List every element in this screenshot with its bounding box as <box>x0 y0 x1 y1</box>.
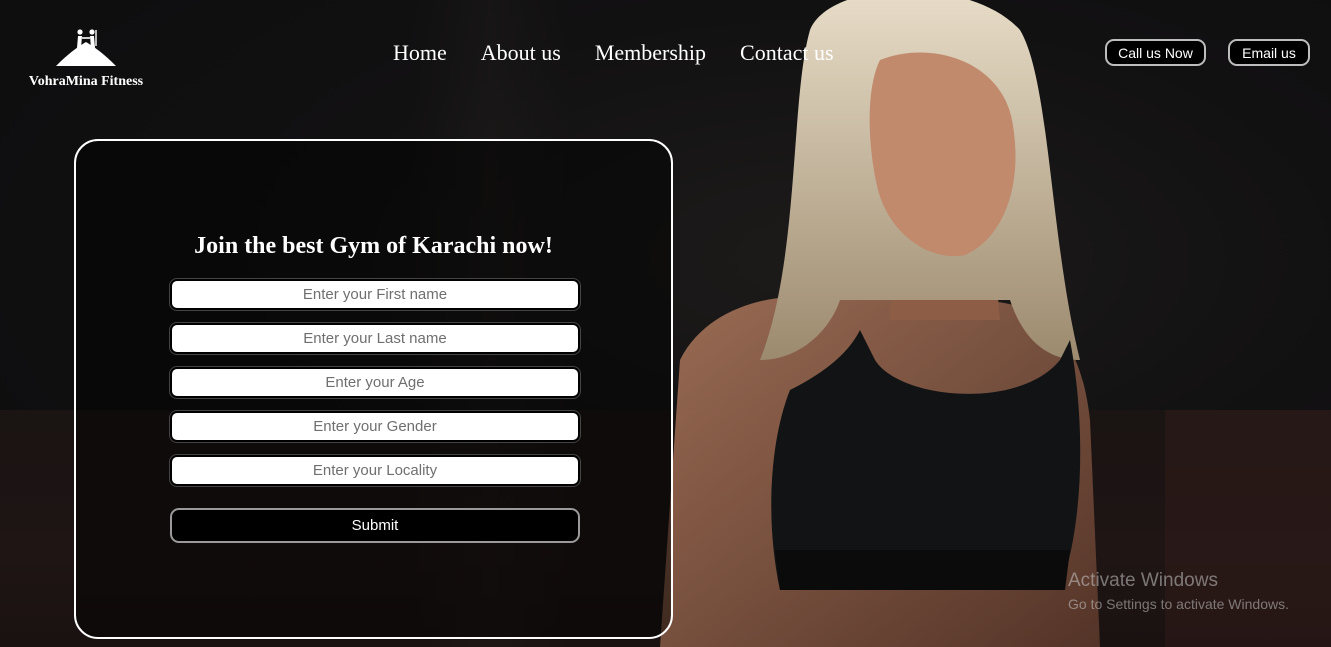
page: VohraMina Fitness Home About us Membersh… <box>0 0 1331 647</box>
activate-windows-subtitle: Go to Settings to activate Windows. <box>1068 596 1289 612</box>
first-name-input[interactable] <box>170 279 580 310</box>
last-name-input[interactable] <box>170 323 580 354</box>
nav-membership-link[interactable]: Membership <box>595 40 706 66</box>
email-us-button[interactable]: Email us <box>1228 39 1310 66</box>
hero-athlete-image <box>660 0 1100 647</box>
gender-input[interactable] <box>170 411 580 442</box>
brand-logo[interactable]: VohraMina Fitness <box>24 26 148 90</box>
nav-home-link[interactable]: Home <box>393 40 447 66</box>
form-title: Join the best Gym of Karachi now! <box>194 233 553 259</box>
main-nav: Home About us Membership Contact us <box>393 40 834 66</box>
signup-form-card: Join the best Gym of Karachi now! Submit <box>74 139 673 639</box>
mountain-climbers-logo-icon <box>56 29 116 66</box>
age-input[interactable] <box>170 367 580 398</box>
nav-about-link[interactable]: About us <box>481 40 561 66</box>
activate-windows-title: Activate Windows <box>1068 570 1218 591</box>
submit-button[interactable]: Submit <box>170 508 580 543</box>
nav-contact-link[interactable]: Contact us <box>740 40 834 66</box>
brand-name: VohraMina Fitness <box>28 74 144 89</box>
locality-input[interactable] <box>170 455 580 486</box>
call-us-button[interactable]: Call us Now <box>1105 39 1206 66</box>
